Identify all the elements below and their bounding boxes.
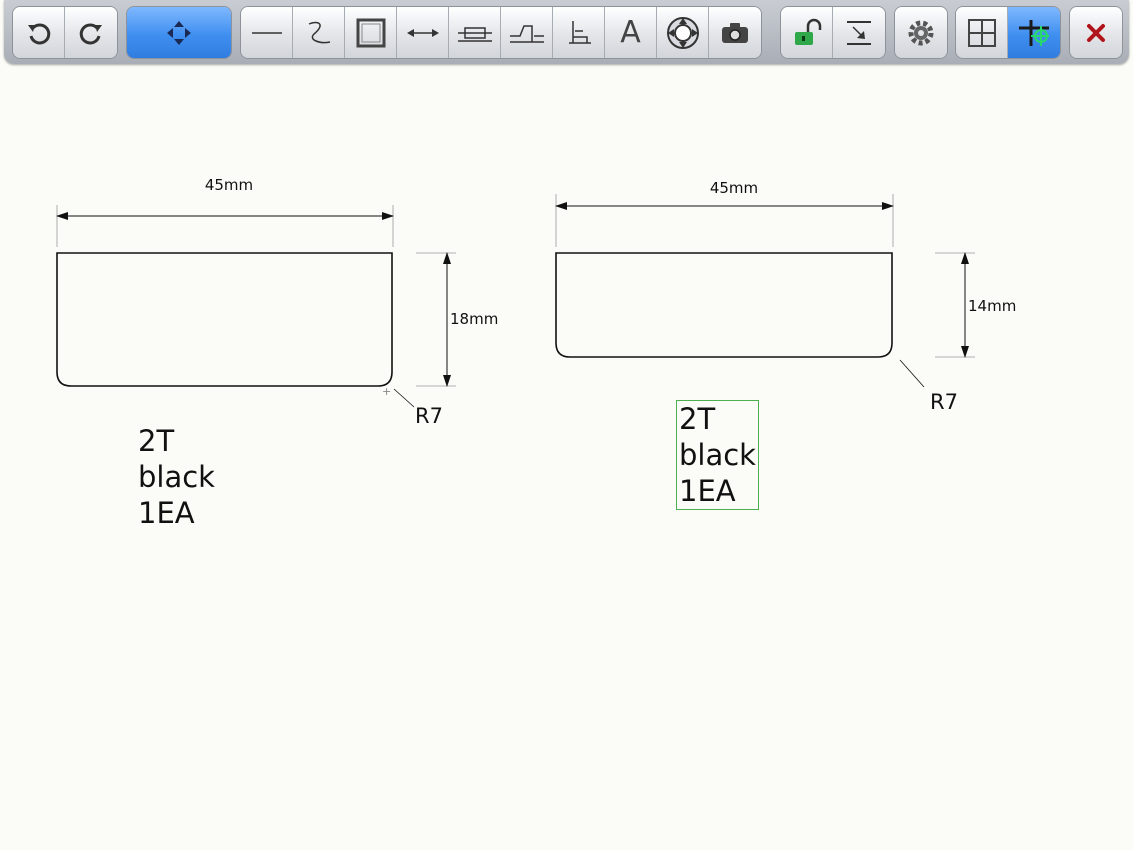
- grid-icon: [967, 18, 996, 47]
- left-radius-leader[interactable]: [393, 388, 415, 408]
- gear-icon: [908, 20, 934, 45]
- lock-group: [780, 6, 886, 59]
- grid-button[interactable]: [956, 7, 1008, 58]
- right-width-label: 45mm: [710, 179, 758, 197]
- close-icon: [1087, 23, 1105, 42]
- redo-icon: [79, 22, 102, 44]
- right-part-drawing[interactable]: 45mm 14mm R7: [555, 179, 1016, 414]
- view-group: [955, 6, 1061, 59]
- unlock-button[interactable]: [781, 7, 833, 58]
- toolbar: A: [4, 0, 1129, 64]
- unlock-icon: [794, 18, 821, 45]
- camera-icon: [722, 22, 748, 43]
- right-part-note[interactable]: 2T black 1EA: [676, 400, 759, 510]
- move-icon: [167, 20, 191, 45]
- snap-button[interactable]: [1008, 7, 1060, 58]
- move-button[interactable]: [127, 7, 231, 58]
- dimension-tool-icon: [406, 28, 439, 37]
- chair-symbol-button[interactable]: [553, 7, 605, 58]
- text-tool-button[interactable]: A: [605, 7, 657, 58]
- text-tool-icon: A: [620, 15, 641, 50]
- target-tool-button[interactable]: [657, 7, 709, 58]
- left-part-drawing[interactable]: 45mm 18mm + R7: [56, 176, 498, 428]
- fuse-symbol-icon: [457, 26, 492, 42]
- left-width-label: 45mm: [205, 176, 253, 194]
- freehand-tool-button[interactable]: [293, 7, 345, 58]
- close-group: [1069, 6, 1123, 59]
- import-button[interactable]: [833, 7, 885, 58]
- step-symbol-icon: [509, 24, 544, 43]
- close-button[interactable]: [1070, 7, 1122, 58]
- left-part-outline[interactable]: [56, 252, 393, 387]
- dimension-tool-button[interactable]: [397, 7, 449, 58]
- rectangle-tool-icon: [356, 18, 385, 47]
- line-tool-button[interactable]: [241, 7, 293, 58]
- left-part-note[interactable]: 2T black 1EA: [138, 423, 215, 531]
- undo-button[interactable]: [13, 7, 65, 58]
- freehand-tool-icon: [308, 21, 330, 43]
- chair-symbol-icon: [568, 20, 591, 44]
- snap-icon: [1019, 19, 1049, 46]
- redo-button[interactable]: [65, 7, 117, 58]
- left-radius-label: R7: [415, 404, 443, 428]
- settings-button[interactable]: [895, 7, 947, 58]
- right-part-outline[interactable]: [555, 252, 893, 358]
- tools-group: A: [240, 6, 762, 59]
- right-height-label: 14mm: [968, 297, 1016, 315]
- left-height-label: 18mm: [450, 310, 498, 328]
- right-radius-label: R7: [930, 390, 958, 414]
- fuse-symbol-button[interactable]: [449, 7, 501, 58]
- camera-button[interactable]: [709, 7, 761, 58]
- rectangle-tool-button[interactable]: [345, 7, 397, 58]
- move-group: [126, 6, 232, 59]
- import-icon: [847, 20, 871, 45]
- undo-icon: [27, 22, 50, 44]
- line-tool-icon: [251, 31, 282, 34]
- settings-group: [894, 6, 948, 59]
- step-symbol-button[interactable]: [501, 7, 553, 58]
- right-radius-leader[interactable]: [899, 359, 925, 388]
- target-tool-icon: [666, 16, 699, 49]
- snap-point-marker: +: [382, 385, 391, 398]
- history-group: [12, 6, 118, 59]
